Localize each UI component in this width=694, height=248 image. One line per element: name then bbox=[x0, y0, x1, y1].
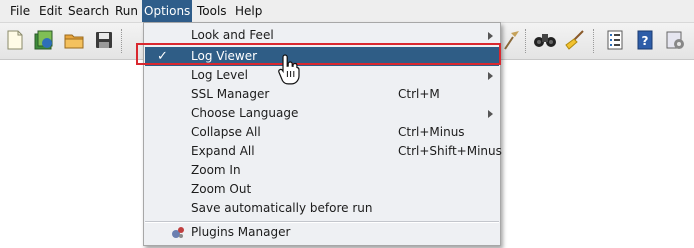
menu-help[interactable]: Help bbox=[233, 0, 264, 22]
menu-item-expand-all[interactable]: Expand All Ctrl+Shift+Minus bbox=[145, 142, 502, 161]
open-templates-icon[interactable] bbox=[31, 27, 57, 53]
menu-item-label: Log Level bbox=[191, 68, 248, 82]
menu-item-plugins-manager[interactable]: Plugins Manager bbox=[145, 223, 499, 242]
menu-item-zoom-out[interactable]: Zoom Out bbox=[145, 180, 499, 199]
open-folder-icon[interactable] bbox=[61, 27, 87, 53]
svg-text:?: ? bbox=[642, 34, 649, 48]
menu-item-label: SSL Manager bbox=[191, 87, 270, 101]
broom-icon[interactable] bbox=[562, 27, 588, 53]
menu-tools[interactable]: Tools bbox=[195, 0, 229, 22]
tool-icon[interactable] bbox=[498, 27, 524, 53]
menu-file[interactable]: File bbox=[8, 0, 32, 22]
menu-item-label: Plugins Manager bbox=[191, 225, 291, 239]
menu-item-ssl-manager[interactable]: SSL Manager Ctrl+M bbox=[145, 85, 499, 104]
menu-item-shortcut: Ctrl+M bbox=[398, 87, 440, 101]
menu-bar: File Edit Search Run Options Tools Help bbox=[0, 0, 694, 23]
menu-item-label: Collapse All bbox=[191, 125, 261, 139]
submenu-arrow-icon bbox=[488, 32, 493, 40]
submenu-arrow-icon bbox=[488, 110, 493, 118]
menu-item-label: Zoom Out bbox=[191, 182, 252, 196]
menu-item-log-viewer[interactable]: ✓ Log Viewer bbox=[145, 47, 499, 66]
binoculars-icon[interactable] bbox=[532, 27, 558, 53]
save-icon[interactable] bbox=[91, 27, 117, 53]
hand-cursor-icon bbox=[277, 53, 301, 85]
toolbar-separator bbox=[121, 29, 123, 53]
menu-search[interactable]: Search bbox=[66, 0, 111, 22]
menu-item-log-level[interactable]: Log Level bbox=[145, 66, 499, 85]
menu-item-zoom-in[interactable]: Zoom In bbox=[145, 161, 499, 180]
menu-item-look-and-feel[interactable]: Look and Feel bbox=[145, 26, 499, 45]
menu-item-label: Log Viewer bbox=[191, 49, 258, 63]
toolbar-separator bbox=[593, 29, 595, 53]
menu-item-shortcut: Ctrl+Minus bbox=[398, 125, 465, 139]
checkmark-icon: ✓ bbox=[157, 49, 168, 64]
menu-item-shortcut: Ctrl+Shift+Minus bbox=[398, 144, 502, 158]
plugins-icon bbox=[170, 225, 186, 241]
menu-options[interactable]: Options bbox=[142, 0, 193, 22]
menu-item-label: Zoom In bbox=[191, 163, 241, 177]
settings-icon[interactable] bbox=[662, 27, 688, 53]
menu-item-save-before-run[interactable]: Save automatically before run bbox=[145, 199, 499, 218]
list-icon[interactable] bbox=[602, 27, 628, 53]
menu-item-choose-language[interactable]: Choose Language bbox=[145, 104, 499, 123]
menu-edit[interactable]: Edit bbox=[37, 0, 64, 22]
help-book-icon[interactable]: ? bbox=[632, 27, 658, 53]
menu-run[interactable]: Run bbox=[113, 0, 140, 22]
menu-item-label: Save automatically before run bbox=[191, 201, 373, 215]
menu-item-label: Choose Language bbox=[191, 106, 299, 120]
new-file-icon[interactable] bbox=[2, 27, 28, 53]
toolbar-separator bbox=[525, 29, 527, 53]
menu-item-label: Look and Feel bbox=[191, 28, 274, 42]
submenu-arrow-icon bbox=[488, 72, 493, 80]
options-menu: Look and Feel ✓ Log Viewer Log Level SSL… bbox=[143, 22, 502, 246]
menu-item-label: Expand All bbox=[191, 144, 255, 158]
menu-item-collapse-all[interactable]: Collapse All Ctrl+Minus bbox=[145, 123, 499, 142]
